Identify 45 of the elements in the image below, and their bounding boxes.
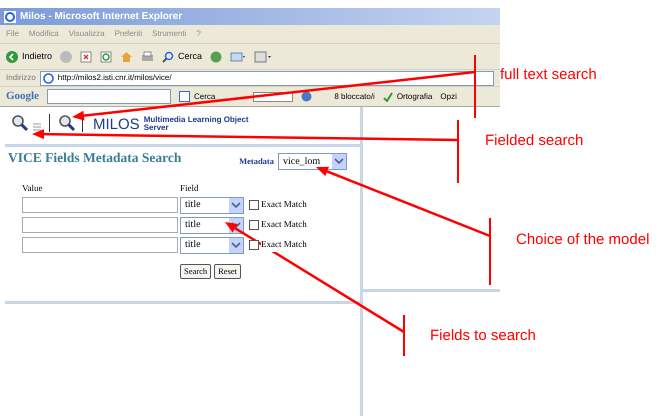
exact-match-checkbox[interactable] [249, 240, 259, 250]
dropdown-caret-icon [229, 238, 243, 252]
field-dropdown[interactable]: title [180, 236, 244, 254]
google-search-button[interactable]: Cerca [179, 90, 216, 102]
exact-match-label: Exact Match [261, 238, 307, 252]
find-button[interactable]: Cerca [162, 50, 202, 64]
search-icon[interactable] [58, 114, 76, 132]
refresh-icon[interactable] [100, 50, 112, 62]
annotation-label: Fields to search [430, 326, 536, 346]
annotation-label: full text search [500, 65, 597, 85]
options-button[interactable]: Opzi [440, 90, 457, 102]
search-icon[interactable] [11, 114, 29, 132]
metadata-label: Metadata [239, 155, 274, 168]
window-title: Milos - Microsoft Internet Explorer [20, 10, 182, 24]
printer-icon[interactable] [141, 50, 154, 62]
stop-icon[interactable] [80, 50, 92, 62]
logo-subtitle: Multimedia Learning Object Server [144, 116, 250, 132]
annotation-label: Choice of the model [516, 230, 650, 250]
form-title: VICE Fields Metadata Search [8, 149, 182, 167]
field-dropdown[interactable]: title [180, 196, 244, 214]
search-button[interactable]: Search [180, 264, 212, 278]
value-input[interactable] [22, 217, 178, 233]
value-header: Value [22, 182, 44, 195]
value-input[interactable] [22, 197, 178, 213]
list-icon [33, 122, 41, 132]
annotation-label: Fielded search [485, 131, 584, 151]
field-dropdown[interactable]: title [180, 216, 244, 234]
logo-text: MILOS [93, 117, 140, 132]
back-button[interactable]: Indietro [6, 50, 52, 64]
field-dropdown[interactable]: vice_lom [278, 153, 347, 170]
reset-button[interactable]: Reset [214, 264, 242, 278]
google-search-field[interactable] [47, 89, 171, 104]
exact-match-checkbox[interactable] [249, 220, 259, 230]
dropdown-caret-icon [229, 198, 243, 212]
magnifier-icon [162, 50, 174, 62]
field-header: Field [180, 182, 199, 195]
dropdown-caret-icon [332, 154, 346, 169]
value-input[interactable] [22, 237, 178, 253]
spelling-button[interactable]: Ortografia [382, 90, 432, 102]
spell-check-icon [382, 92, 393, 102]
exact-match-checkbox[interactable] [249, 200, 259, 210]
address-field[interactable]: http://milos2.isti.cnr.it/milos/vice/ [40, 70, 494, 86]
blocked-popups[interactable]: 8 bloccato/i [334, 90, 375, 102]
google-logo[interactable]: Google [6, 88, 39, 105]
address-label: Indirizzo [6, 72, 36, 84]
